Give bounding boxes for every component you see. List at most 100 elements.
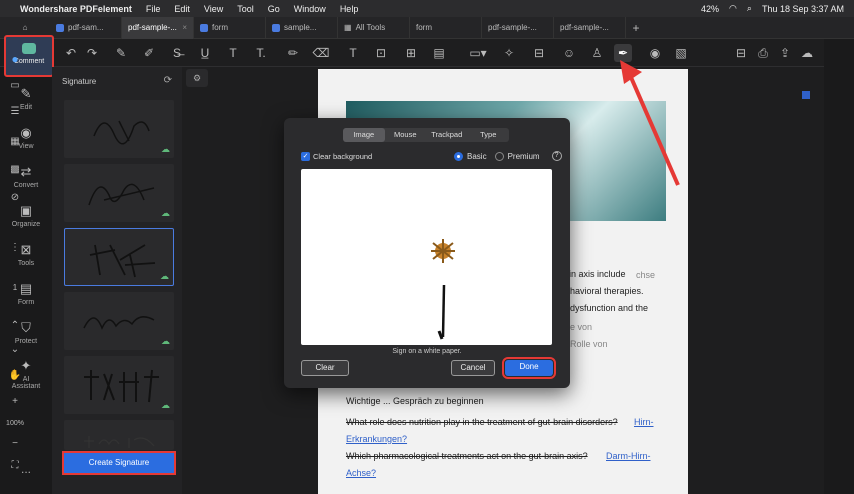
premium-radio[interactable] — [494, 151, 504, 161]
menu-edit[interactable]: Edit — [174, 4, 190, 14]
hint-text: Sign on a white paper. — [392, 348, 462, 355]
stamp-icon[interactable]: ✧ — [500, 44, 518, 62]
wifi-icon[interactable]: ◠ — [729, 3, 737, 14]
tab-document[interactable]: sample... — [266, 16, 338, 39]
clear-button[interactable]: Clear — [301, 360, 349, 376]
highlighter-icon[interactable]: ✎ — [112, 44, 130, 62]
tab-document[interactable]: pdf-sample-... — [554, 16, 626, 39]
doc-text: dysfunction and the — [570, 303, 649, 313]
panel-settings-icon[interactable]: ⚙ — [186, 69, 208, 87]
doc-link[interactable]: Achse? — [346, 468, 376, 478]
menu-tool[interactable]: Tool — [237, 4, 254, 14]
fit-page-icon[interactable]: ⛶ — [0, 460, 30, 471]
thumbnail-icon[interactable]: ▦ — [0, 136, 30, 147]
close-icon[interactable]: × — [182, 23, 187, 32]
sticker-icon[interactable]: ☺ — [560, 44, 578, 62]
cloud-synced-icon: ☁ — [161, 336, 170, 346]
share-icon[interactable]: ⇪ — [776, 44, 794, 62]
signature-card[interactable]: ☁ — [64, 164, 174, 222]
signature-image — [93, 120, 150, 145]
tab-document[interactable]: form — [410, 16, 482, 39]
menu-file[interactable]: File — [146, 4, 161, 14]
textbox-frame-icon[interactable]: ⊞ — [402, 44, 420, 62]
tab-all-tools[interactable]: ▦ All Tools — [338, 16, 410, 39]
clear-background-checkbox[interactable]: ✓ Clear background — [301, 152, 372, 161]
signature-preview-canvas[interactable] — [301, 169, 552, 345]
doc-link[interactable]: Darm-Hirn- — [606, 451, 651, 461]
tab-image[interactable]: Image — [343, 128, 385, 142]
redo-icon[interactable]: ↷ — [83, 44, 101, 62]
callout-icon[interactable]: ⊡ — [372, 44, 390, 62]
save-icon[interactable]: ⊟ — [732, 44, 750, 62]
measure-icon[interactable]: ⊟ — [530, 44, 548, 62]
zoom-in-icon[interactable]: + — [0, 396, 30, 407]
basic-radio[interactable] — [454, 151, 463, 161]
help-icon[interactable]: ? — [551, 151, 562, 161]
panel-icon[interactable]: ▭ — [0, 80, 30, 91]
tab-document[interactable]: pdf-sample-... — [482, 16, 554, 39]
menu-window[interactable]: Window — [294, 4, 326, 14]
typewriter-icon[interactable]: T — [344, 44, 362, 62]
menubar: Wondershare PDFelement File Edit View To… — [0, 0, 854, 17]
chevron-down-icon[interactable]: ⌄ — [0, 344, 30, 355]
eraser-icon[interactable]: ⌫ — [312, 44, 330, 62]
create-signature-dialog: Image Mouse Trackpad Type ✓ Clear backgr… — [284, 118, 570, 388]
new-tab-icon[interactable]: + — [626, 21, 646, 35]
datetime[interactable]: Thu 18 Sep 3:37 AM — [762, 4, 844, 14]
ai-icon[interactable]: ● — [0, 52, 30, 66]
done-button[interactable]: Done — [502, 357, 556, 379]
page-number[interactable]: 1 — [0, 283, 30, 292]
cloud-synced-icon: ☁ — [161, 208, 170, 218]
menu-go[interactable]: Go — [268, 4, 280, 14]
doc-link[interactable]: Hirn- — [634, 417, 654, 427]
tab-document-active[interactable]: pdf-sample-... × — [122, 16, 194, 39]
tab-mouse[interactable]: Mouse — [385, 128, 427, 142]
text-box-icon[interactable]: T. — [252, 44, 270, 62]
signature-panel: Signature ⟳ ☁ ☁ ☁ ☁ ☁ — [52, 67, 182, 494]
input-method-tabs: Image Mouse Trackpad Type — [343, 128, 509, 142]
sticky-note-icon[interactable]: ▤ — [430, 44, 448, 62]
pencil-icon[interactable]: ✏ — [284, 44, 302, 62]
more-icon[interactable]: ⋮ — [0, 242, 30, 253]
shape-icon[interactable]: ▭▾ — [466, 44, 490, 62]
battery-percent[interactable]: 42% — [701, 4, 719, 14]
hand-icon[interactable]: ✋ — [0, 370, 30, 381]
properties-icon[interactable]: ☰ — [0, 106, 30, 117]
cloud-upload-icon[interactable]: ☁ — [798, 44, 816, 62]
tab-type[interactable]: Type — [468, 128, 510, 142]
zoom-level[interactable]: 100% — [0, 420, 30, 427]
create-signature-button[interactable]: Create Signature — [62, 451, 176, 475]
doc-link[interactable]: Erkrankungen? — [346, 434, 407, 444]
signature-card[interactable] — [64, 420, 174, 450]
zoom-out-icon[interactable]: − — [0, 438, 30, 449]
tab-document[interactable]: pdf-sam... — [50, 16, 122, 39]
tab-document[interactable]: form — [194, 16, 266, 39]
attachment-stamp-icon[interactable]: ♙ — [588, 44, 606, 62]
menu-view[interactable]: View — [204, 4, 223, 14]
tab-trackpad[interactable]: Trackpad — [426, 128, 468, 142]
search-icon[interactable]: ⌕ — [747, 3, 752, 14]
print-icon[interactable]: ⎙ — [754, 44, 772, 62]
grid-icon[interactable]: ▩ — [0, 164, 30, 175]
comment-marker-icon[interactable] — [802, 91, 810, 99]
text-icon[interactable]: T — [224, 44, 242, 62]
signature-image — [88, 183, 155, 206]
signature-card-selected[interactable]: ☁ — [64, 228, 174, 286]
undo-icon[interactable]: ↶ — [62, 44, 80, 62]
doc-icon — [272, 23, 280, 32]
menu-help[interactable]: Help — [340, 4, 359, 14]
cancel-button[interactable]: Cancel — [451, 360, 495, 376]
underline-icon[interactable]: U̲ — [196, 44, 214, 62]
chevron-up-icon[interactable]: ⌃ — [0, 320, 30, 331]
signature-card[interactable]: ☁ — [64, 356, 174, 414]
area-highlight-icon[interactable]: ✐ — [140, 44, 158, 62]
cloud-synced-icon: ☁ — [161, 144, 170, 154]
signature-card[interactable]: ☁ — [64, 292, 174, 350]
signature-card[interactable]: ☁ — [64, 100, 174, 158]
attachment-icon[interactable]: ⊘ — [0, 192, 30, 203]
strikethrough-icon[interactable]: S̶ — [168, 44, 186, 62]
doc-icon — [56, 23, 64, 32]
refresh-icon[interactable]: ⟳ — [164, 75, 172, 86]
app-name[interactable]: Wondershare PDFelement — [20, 4, 132, 14]
rail-organize[interactable]: ▣ Organize — [0, 203, 52, 228]
